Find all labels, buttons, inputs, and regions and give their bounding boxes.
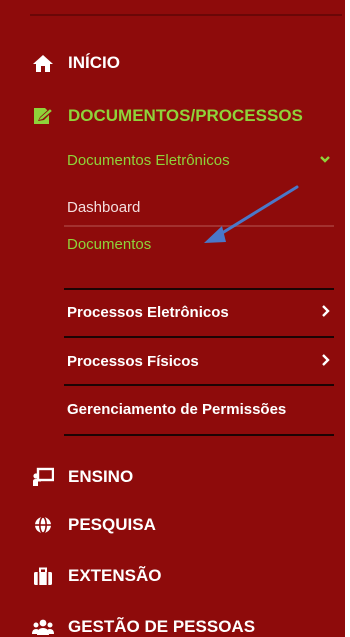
briefcase-icon bbox=[30, 566, 56, 586]
submenu-documentos-eletronicos[interactable]: Documentos Eletrônicos bbox=[67, 152, 345, 170]
submenu-processos-fisicos-label: Processos Físicos bbox=[67, 353, 199, 370]
divider bbox=[64, 384, 334, 386]
menu-item-ensino-label: ENSINO bbox=[68, 467, 134, 486]
sidebar-menu: INÍCIO DOCUMENTOS/PROCESSOS Documentos E… bbox=[0, 0, 345, 637]
users-icon bbox=[30, 617, 56, 637]
menu-item-inicio[interactable]: INÍCIO bbox=[30, 53, 120, 73]
presentation-icon bbox=[30, 467, 56, 487]
divider bbox=[64, 288, 334, 290]
chevron-right-icon bbox=[321, 353, 331, 370]
divider bbox=[64, 434, 334, 436]
home-icon bbox=[30, 53, 56, 73]
submenu-processos-eletronicos[interactable]: Processos Eletrônicos bbox=[67, 304, 345, 322]
menu-item-documentos-processos[interactable]: DOCUMENTOS/PROCESSOS bbox=[30, 106, 303, 126]
submenu-documentos-eletronicos-label: Documentos Eletrônicos bbox=[67, 152, 230, 169]
submenu-processos-eletronicos-label: Processos Eletrônicos bbox=[67, 304, 229, 321]
submenu-item-dashboard[interactable]: Dashboard bbox=[67, 199, 140, 217]
chevron-right-icon bbox=[321, 304, 331, 321]
submenu-gerenciamento-permissoes[interactable]: Gerenciamento de Permissões bbox=[67, 401, 286, 419]
submenu-item-dashboard-label: Dashboard bbox=[67, 199, 141, 216]
menu-item-pesquisa[interactable]: PESQUISA bbox=[30, 515, 156, 535]
divider bbox=[64, 336, 334, 338]
menu-item-gestao-pessoas[interactable]: GESTÃO DE PESSOAS bbox=[30, 617, 255, 637]
menu-item-extensao-label: EXTENSÃO bbox=[68, 566, 162, 585]
globe-icon bbox=[30, 515, 56, 535]
menu-item-documentos-processos-label: DOCUMENTOS/PROCESSOS bbox=[68, 106, 303, 125]
top-divider bbox=[30, 14, 342, 16]
submenu-processos-fisicos[interactable]: Processos Físicos bbox=[67, 353, 345, 371]
menu-item-pesquisa-label: PESQUISA bbox=[68, 515, 156, 534]
menu-item-inicio-label: INÍCIO bbox=[68, 53, 120, 72]
chevron-down-icon bbox=[319, 152, 331, 169]
submenu-gerenciamento-permissoes-label: Gerenciamento de Permissões bbox=[67, 401, 287, 418]
submenu-item-documentos[interactable]: Documentos bbox=[67, 236, 151, 254]
menu-item-gestao-pessoas-label: GESTÃO DE PESSOAS bbox=[68, 617, 256, 636]
menu-item-extensao[interactable]: EXTENSÃO bbox=[30, 566, 162, 586]
divider bbox=[64, 225, 334, 227]
submenu-item-documentos-label: Documentos bbox=[67, 236, 152, 253]
edit-document-icon bbox=[30, 106, 56, 126]
menu-item-ensino[interactable]: ENSINO bbox=[30, 467, 133, 487]
